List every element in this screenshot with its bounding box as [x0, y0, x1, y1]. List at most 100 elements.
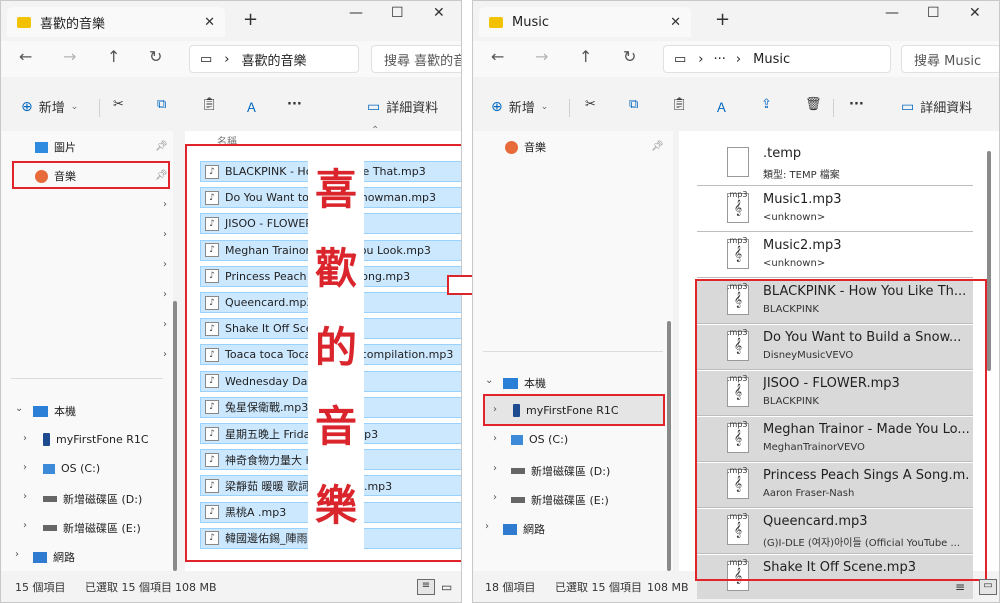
chevron-right-icon[interactable]: › — [23, 491, 27, 502]
details-label: 詳細資料 — [386, 101, 439, 116]
chevron-down-icon[interactable]: ⌄ — [485, 375, 493, 386]
search-input[interactable]: 搜尋 喜歡的音樂 — [371, 45, 461, 73]
navigation-bar: ← → ↑ ↻ ▭ › 喜歡的音樂 搜尋 喜歡的音樂 — [1, 41, 461, 77]
more-options-icon[interactable]: ··· — [849, 97, 864, 112]
sidebar-item-os-drive[interactable]: OS (C:) — [511, 433, 568, 446]
chevron-right-icon[interactable]: › — [23, 433, 27, 444]
sidebar-divider — [11, 378, 163, 379]
forward-icon[interactable]: → — [535, 47, 548, 66]
new-button[interactable]: ⊕ 新增 ⌄ — [491, 97, 548, 117]
chevron-right-icon[interactable]: › — [493, 463, 497, 474]
copy-icon[interactable]: ⧉ — [157, 97, 166, 112]
details-button[interactable]: ▭ 詳細資料 — [901, 97, 973, 117]
back-icon[interactable]: ← — [491, 47, 504, 66]
chevron-right-icon[interactable]: › — [493, 492, 497, 503]
details-label: 詳細資料 — [920, 101, 973, 116]
sidebar-item-music[interactable]: 音樂 — [505, 139, 546, 155]
copy-icon[interactable]: ⧉ — [629, 97, 638, 112]
new-tab-icon[interactable]: + — [243, 9, 258, 30]
details-button[interactable]: ▭ 詳細資料 — [367, 97, 439, 117]
refresh-icon[interactable]: ↻ — [623, 47, 636, 66]
new-tab-icon[interactable]: + — [715, 9, 730, 30]
file-tile[interactable]: .temp 類型: TEMP 檔案 — [697, 141, 973, 185]
overlay-char: 的 — [314, 322, 357, 372]
share-icon[interactable]: ⇪ — [761, 97, 772, 112]
tab-favorite-music[interactable]: 喜歡的音樂 ✕ — [7, 7, 225, 37]
chevron-right-icon: › — [163, 229, 167, 240]
sidebar-label: OS (C:) — [61, 462, 101, 475]
chevron-right-icon[interactable]: › — [15, 549, 19, 560]
rename-icon[interactable]: Ａ — [245, 97, 258, 116]
pin-icon[interactable]: 📌︎ — [155, 141, 168, 152]
plus-circle-icon: ⊕ — [491, 98, 503, 115]
refresh-icon[interactable]: ↻ — [149, 47, 162, 66]
minimize-icon[interactable]: — — [349, 5, 363, 21]
close-tab-icon[interactable]: ✕ — [670, 15, 681, 30]
right-explorer-window: Music ✕ + — ☐ ✕ ← → ↑ ↻ ▭ › ··· › Music … — [472, 0, 1000, 603]
item-count: 15 個項目 — [15, 581, 66, 594]
maximize-icon[interactable]: ☐ — [927, 5, 940, 21]
chevron-right-icon[interactable]: › — [23, 462, 27, 473]
close-window-icon[interactable]: ✕ — [433, 5, 445, 21]
sidebar-item-drive-d[interactable]: 新增磁碟區 (D:) — [511, 463, 610, 479]
paste-icon[interactable]: 📋︎ — [671, 97, 688, 112]
sidebar-scrollbar[interactable] — [667, 321, 671, 571]
more-options-icon[interactable]: ··· — [287, 97, 302, 112]
delete-icon[interactable]: 🗑︎ — [805, 97, 822, 112]
drive-icon — [511, 497, 525, 503]
tiles-view-icon[interactable]: ▭ — [979, 579, 997, 595]
tab-title: Music — [512, 14, 549, 30]
sidebar-item-os-drive[interactable]: OS (C:) — [43, 462, 100, 475]
sidebar-item-pictures[interactable]: 圖片 — [35, 139, 76, 155]
chevron-right-icon[interactable]: › — [493, 433, 497, 444]
toolbar-divider — [569, 99, 570, 117]
rename-icon[interactable]: Ａ — [715, 97, 728, 116]
sidebar-label: 新增磁碟區 (E:) — [63, 522, 141, 535]
maximize-icon[interactable]: ☐ — [391, 5, 404, 21]
toolbar-divider — [833, 99, 834, 117]
pin-icon[interactable]: 📌︎ — [651, 141, 664, 152]
details-view-icon[interactable]: ≡ — [417, 579, 435, 595]
music-icon — [505, 140, 518, 154]
file-tile[interactable]: 𝄞 .mp3 Music1.mp3 <unknown> — [697, 187, 973, 231]
sidebar-item-network[interactable]: 網路 — [503, 521, 545, 537]
back-icon[interactable]: ← — [19, 47, 32, 66]
sidebar-label: OS (C:) — [529, 433, 569, 446]
ellipsis-icon[interactable]: ··· — [714, 52, 726, 67]
cut-icon[interactable]: ✂ — [113, 97, 124, 112]
chevron-right-icon[interactable]: › — [485, 521, 489, 532]
address-bar[interactable]: ▭ › ··· › Music — [663, 45, 891, 73]
tiles-view-icon[interactable]: ▭ — [441, 580, 452, 594]
chevron-right-icon[interactable]: › — [23, 520, 27, 531]
details-pane-icon: ▭ — [901, 98, 915, 115]
up-icon[interactable]: ↑ — [579, 47, 592, 66]
sidebar-item-this-pc[interactable]: 本機 — [503, 375, 546, 391]
search-input[interactable]: 搜尋 Music — [901, 45, 999, 73]
new-button[interactable]: ⊕ 新增 ⌄ — [21, 97, 78, 117]
sidebar-label: 圖片 — [54, 141, 76, 154]
overlay-char: 音 — [314, 402, 357, 452]
sidebar-item-network[interactable]: 網路 — [33, 549, 75, 565]
sidebar-item-this-pc[interactable]: 本機 — [33, 403, 76, 419]
details-view-icon[interactable]: ≡ — [955, 580, 965, 594]
chevron-down-icon[interactable]: ⌄ — [15, 403, 23, 414]
chevron-right-icon: › — [163, 319, 167, 330]
file-tile[interactable]: 𝄞 .mp3 Music2.mp3 <unknown> — [697, 233, 973, 277]
sidebar-item-drive-e[interactable]: 新增磁碟區 (E:) — [511, 492, 609, 508]
minimize-icon[interactable]: — — [885, 5, 899, 21]
up-icon[interactable]: ↑ — [107, 47, 120, 66]
address-bar[interactable]: ▭ › 喜歡的音樂 — [189, 45, 359, 73]
forward-icon[interactable]: → — [63, 47, 76, 66]
close-tab-icon[interactable]: ✕ — [204, 15, 215, 30]
sidebar-item-device[interactable]: myFirstFone R1C — [43, 433, 149, 446]
sidebar-item-drive-d[interactable]: 新增磁碟區 (D:) — [43, 491, 142, 507]
close-window-icon[interactable]: ✕ — [969, 5, 981, 21]
sidebar-scrollbar[interactable] — [173, 301, 177, 571]
chevron-right-icon: › — [163, 259, 167, 270]
content-scrollbar[interactable] — [987, 151, 991, 371]
computer-icon — [503, 377, 518, 389]
sidebar-item-drive-e[interactable]: 新增磁碟區 (E:) — [43, 520, 141, 536]
cut-icon[interactable]: ✂ — [585, 97, 596, 112]
tab-music[interactable]: Music ✕ — [479, 7, 691, 37]
paste-icon[interactable]: 📋︎ — [201, 97, 218, 112]
